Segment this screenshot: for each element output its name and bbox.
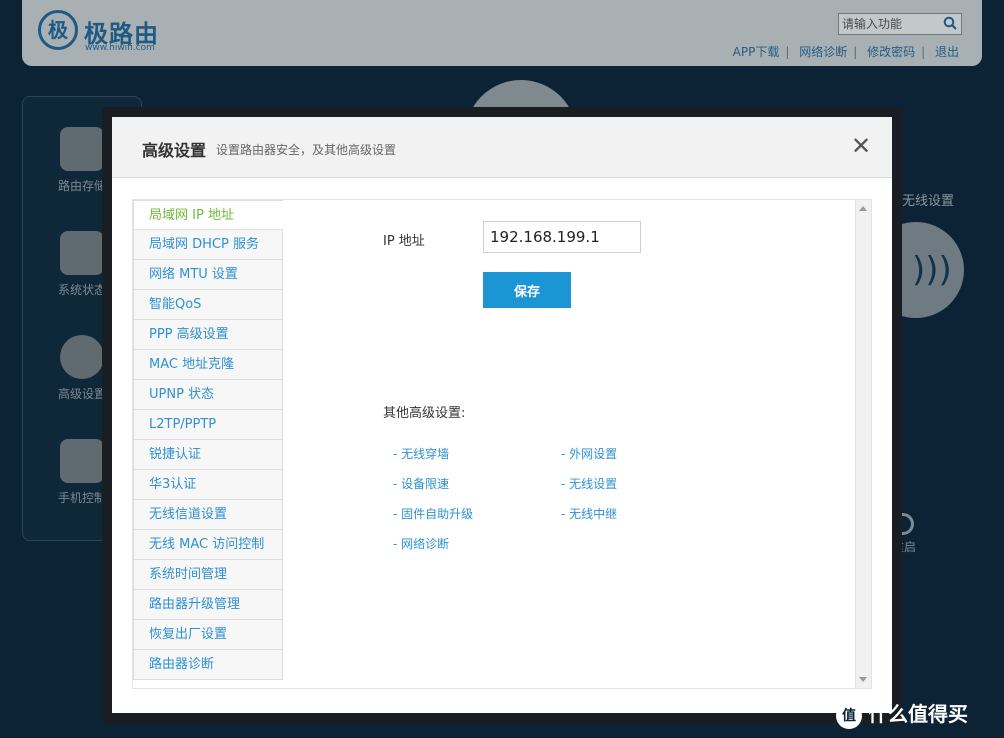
link-wireless-settings[interactable]: - 无线设置 [561,475,617,492]
settings-content: IP 地址 保存 其他高级设置: - 无线穿墙 - 外网设置 - 设备限速 - … [283,200,851,688]
advanced-settings-dialog: 高级设置 设置路由器安全，及其他高级设置 ✕ 局域网 IP 地址 局域网 DHC… [112,117,892,713]
database-icon [60,127,104,171]
top-links: APP下载 | 网络诊断 | 修改密码 | 退出 [730,43,962,60]
link-wireless-relay[interactable]: - 无线中继 [561,505,617,522]
link-wan-settings[interactable]: - 外网设置 [561,445,617,462]
dialog-title: 高级设置 [142,141,207,160]
scroll-down-icon[interactable] [859,677,867,682]
search-icon[interactable] [943,16,957,30]
nav-item-l2tp-pptp[interactable]: L2TP/PPTP [133,410,283,440]
change-password-link[interactable]: 修改密码 [867,45,915,59]
link-network-diagnosis[interactable]: - 网络诊断 [393,535,449,552]
search-input[interactable] [839,14,938,34]
wireless-settings-label: 无线设置 [902,194,955,209]
nav-item-mtu[interactable]: 网络 MTU 设置 [133,260,283,290]
dialog-subtitle: 设置路由器安全，及其他高级设置 [216,143,397,157]
link-device-speed-limit[interactable]: - 设备限速 [393,475,449,492]
settings-nav: 局域网 IP 地址 局域网 DHCP 服务 网络 MTU 设置 智能QoS PP… [133,200,283,680]
logout-link[interactable]: 退出 [935,45,959,59]
link-firmware-self-upgrade[interactable]: - 固件自助升级 [393,505,473,522]
other-settings-title: 其他高级设置: [383,406,466,421]
brand-url: www.hiwifi.com [85,43,155,53]
app-download-link[interactable]: APP下载 [733,45,780,59]
nav-item-system-time[interactable]: 系统时间管理 [133,560,283,590]
nav-item-wireless-mac-acl[interactable]: 无线 MAC 访问控制 [133,530,283,560]
nav-item-qos[interactable]: 智能QoS [133,290,283,320]
dialog-header: 高级设置 设置路由器安全，及其他高级设置 ✕ [112,117,892,178]
ip-address-input[interactable] [483,221,641,253]
nav-item-lan-ip[interactable]: 局域网 IP 地址 [133,200,283,230]
watermark-badge: 值 [836,702,862,729]
wifi-icon: ))) [912,250,952,290]
phone-icon [60,439,104,483]
nav-item-factory-reset[interactable]: 恢复出厂设置 [133,620,283,650]
nav-item-h3c[interactable]: 华3认证 [133,470,283,500]
nav-item-firmware-upgrade[interactable]: 路由器升级管理 [133,590,283,620]
link-separator: | [921,45,926,59]
nav-item-lan-dhcp[interactable]: 局域网 DHCP 服务 [133,230,283,260]
scrollbar[interactable] [855,200,871,688]
save-button[interactable]: 保存 [483,272,571,308]
nav-item-wireless-channel[interactable]: 无线信道设置 [133,500,283,530]
nav-item-upnp[interactable]: UPNP 状态 [133,380,283,410]
sidebar-item-label: 路由存储 [57,179,106,193]
pulse-icon [60,231,104,275]
nav-item-ppp[interactable]: PPP 高级设置 [133,320,283,350]
nav-item-ruijie[interactable]: 锐捷认证 [133,440,283,470]
scroll-up-icon[interactable] [859,206,867,211]
link-wireless-penetration[interactable]: - 无线穿墙 [393,445,449,462]
watermark: 值什么值得买 [836,698,968,729]
hiwifi-logo-icon: 极 [38,10,78,50]
gear-icon [60,335,104,379]
sidebar-item-label: 高级设置 [57,387,106,401]
dialog-body: 局域网 IP 地址 局域网 DHCP 服务 网络 MTU 设置 智能QoS PP… [132,199,872,689]
link-separator: | [785,45,790,59]
watermark-text: 什么值得买 [868,702,968,726]
close-icon[interactable]: ✕ [848,133,874,159]
sidebar-item-label: 手机控制 [57,491,106,505]
nav-item-router-diagnosis[interactable]: 路由器诊断 [133,650,283,680]
nav-item-mac-clone[interactable]: MAC 地址克隆 [133,350,283,380]
search-box [838,13,962,35]
link-separator: | [853,45,858,59]
network-diagnosis-link[interactable]: 网络诊断 [799,45,847,59]
sidebar-item-label: 系统状态 [57,283,106,297]
ip-address-label: IP 地址 [383,234,425,249]
